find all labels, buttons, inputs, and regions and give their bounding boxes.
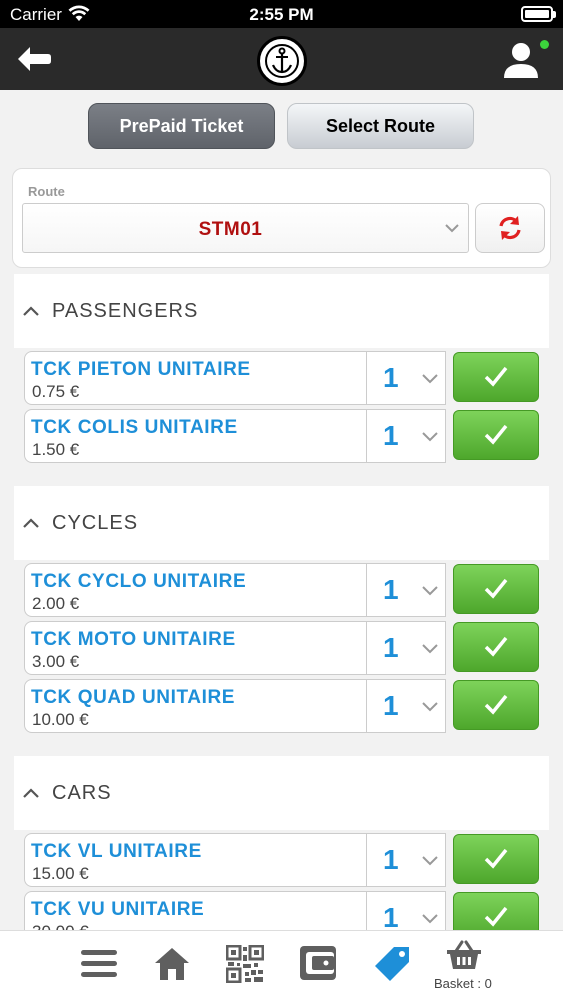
quantity-value: 1 <box>383 420 399 451</box>
add-ticket-button[interactable] <box>453 352 539 402</box>
checkmark-icon <box>484 636 508 657</box>
ticket-name: TCK CYCLO UNITAIRE <box>31 571 247 592</box>
tab-prepaid-ticket[interactable]: PrePaid Ticket <box>88 103 275 149</box>
basket-count-label: Basket : 0 <box>434 976 492 991</box>
chevron-up-icon <box>23 788 39 798</box>
chevron-up-icon <box>23 518 39 528</box>
chevron-down-icon <box>422 432 438 442</box>
ticket-info: TCK QUAD UNITAIRE 10.00 € <box>24 679 368 733</box>
ticket-info: TCK MOTO UNITAIRE 3.00 € <box>24 621 368 675</box>
quantity-select[interactable]: 1 <box>366 409 446 463</box>
chevron-down-icon <box>422 914 438 924</box>
ticket-row[interactable]: TCK PIETON UNITAIRE 0.75 € 1 <box>24 351 542 405</box>
chevron-down-icon <box>422 856 438 866</box>
ticket-price: 3.00 € <box>32 652 80 671</box>
ticket-row[interactable]: TCK CYCLO UNITAIRE 2.00 € 1 <box>24 563 542 617</box>
checkmark-icon <box>484 366 508 387</box>
checkmark-icon <box>484 694 508 715</box>
ticket-info: TCK CYCLO UNITAIRE 2.00 € <box>24 563 368 617</box>
ticket-name: TCK MOTO UNITAIRE <box>31 629 236 650</box>
ticket-price: 0.75 € <box>32 382 80 401</box>
nav-bar <box>0 28 563 90</box>
anchor-icon <box>265 44 299 78</box>
chevron-down-icon <box>422 702 438 712</box>
section-title: CYCLES <box>52 512 139 534</box>
ticket-price: 15.00 € <box>32 864 89 883</box>
ticket-row[interactable]: TCK VL UNITAIRE 15.00 € 1 <box>24 833 542 887</box>
checkmark-icon <box>484 848 508 869</box>
quantity-select[interactable]: 1 <box>366 679 446 733</box>
home-icon[interactable] <box>153 946 191 982</box>
chevron-down-icon <box>422 644 438 654</box>
clock: 2:55 PM <box>249 5 314 24</box>
quantity-value: 1 <box>383 690 399 721</box>
quantity-select[interactable]: 1 <box>366 833 446 887</box>
ticket-price: 1.50 € <box>32 440 80 459</box>
add-ticket-button[interactable] <box>453 834 539 884</box>
status-bar: Carrier 2:55 PM <box>0 0 563 28</box>
ticket-name: TCK QUAD UNITAIRE <box>31 687 236 708</box>
chevron-down-icon <box>422 586 438 596</box>
quantity-value: 1 <box>383 632 399 663</box>
checkmark-icon <box>484 578 508 599</box>
ticket-row[interactable]: TCK QUAD UNITAIRE 10.00 € 1 <box>24 679 542 733</box>
battery-icon <box>521 6 556 22</box>
ticket-info: TCK COLIS UNITAIRE 1.50 € <box>24 409 368 463</box>
ticket-price: 2.00 € <box>32 594 80 613</box>
ticket-row[interactable]: TCK COLIS UNITAIRE 1.50 € 1 <box>24 409 542 463</box>
tab-select-route[interactable]: Select Route <box>287 103 474 149</box>
back-arrow-icon[interactable] <box>14 43 54 75</box>
ticket-mode-tabs: PrePaid Ticket Select Route <box>88 103 474 149</box>
add-ticket-button[interactable] <box>453 564 539 614</box>
tag-icon[interactable] <box>372 944 412 984</box>
checkmark-icon <box>484 424 508 445</box>
online-status-dot <box>540 40 549 49</box>
company-logo <box>257 36 307 86</box>
chevron-up-icon <box>23 306 39 316</box>
chevron-down-icon <box>422 374 438 384</box>
add-ticket-button[interactable] <box>453 622 539 672</box>
user-profile-icon[interactable] <box>501 40 541 80</box>
route-label: Route <box>28 184 65 199</box>
section-header-cycles[interactable]: CYCLES <box>14 486 549 560</box>
ticket-name: TCK VU UNITAIRE <box>31 899 205 920</box>
qr-code-icon[interactable] <box>226 945 264 983</box>
route-card: Route STM01 <box>12 168 551 268</box>
add-ticket-button[interactable] <box>453 410 539 460</box>
ticket-name: TCK VL UNITAIRE <box>31 841 202 862</box>
ticket-name: TCK COLIS UNITAIRE <box>31 417 238 438</box>
ticket-row[interactable]: TCK MOTO UNITAIRE 3.00 € 1 <box>24 621 542 675</box>
ticket-price: 10.00 € <box>32 710 89 729</box>
quantity-select[interactable]: 1 <box>366 351 446 405</box>
ticket-name: TCK PIETON UNITAIRE <box>31 359 251 380</box>
quantity-value: 1 <box>383 362 399 393</box>
quantity-select[interactable]: 1 <box>366 621 446 675</box>
chevron-down-icon <box>445 224 459 233</box>
wallet-icon[interactable] <box>298 944 338 982</box>
section-header-passengers[interactable]: PASSENGERS <box>14 274 549 348</box>
basket-icon[interactable] <box>446 939 482 971</box>
menu-icon[interactable] <box>79 947 119 981</box>
refresh-icon <box>499 216 521 240</box>
route-value: STM01 <box>198 219 263 240</box>
checkmark-icon <box>484 906 508 927</box>
section-title: PASSENGERS <box>52 300 199 322</box>
quantity-select[interactable]: 1 <box>366 563 446 617</box>
quantity-value: 1 <box>383 844 399 875</box>
add-ticket-button[interactable] <box>453 680 539 730</box>
route-select[interactable]: STM01 <box>22 203 469 253</box>
section-title: CARS <box>52 782 112 804</box>
ticket-info: TCK VL UNITAIRE 15.00 € <box>24 833 368 887</box>
section-header-cars[interactable]: CARS <box>14 756 549 830</box>
quantity-value: 1 <box>383 574 399 605</box>
refresh-button[interactable] <box>475 203 545 253</box>
ticket-info: TCK PIETON UNITAIRE 0.75 € <box>24 351 368 405</box>
